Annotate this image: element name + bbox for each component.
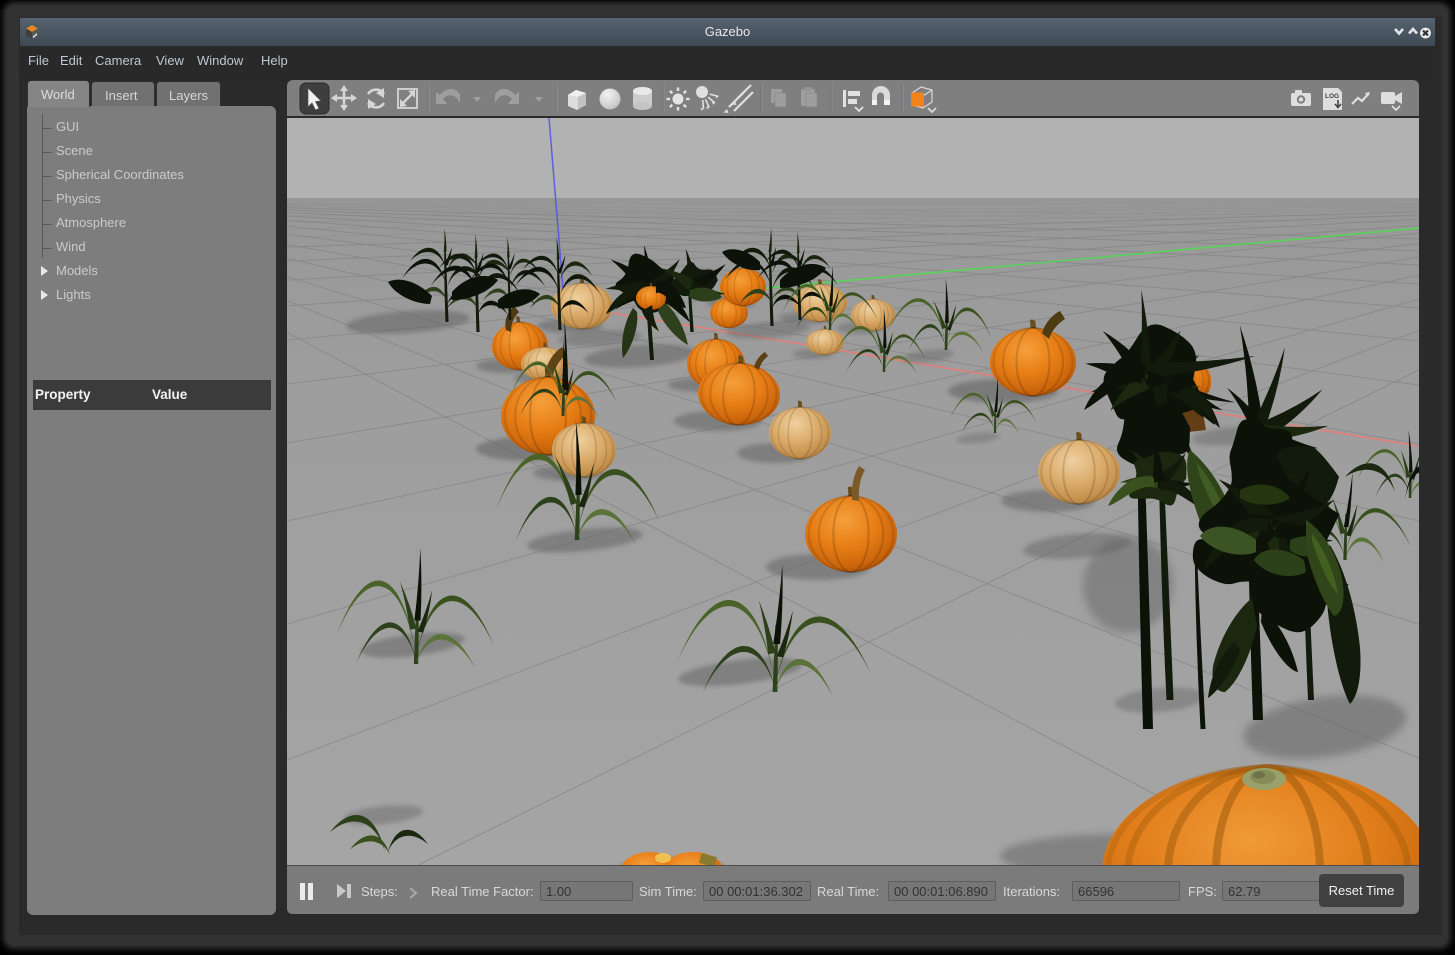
svg-text:LOG: LOG (1325, 93, 1339, 100)
